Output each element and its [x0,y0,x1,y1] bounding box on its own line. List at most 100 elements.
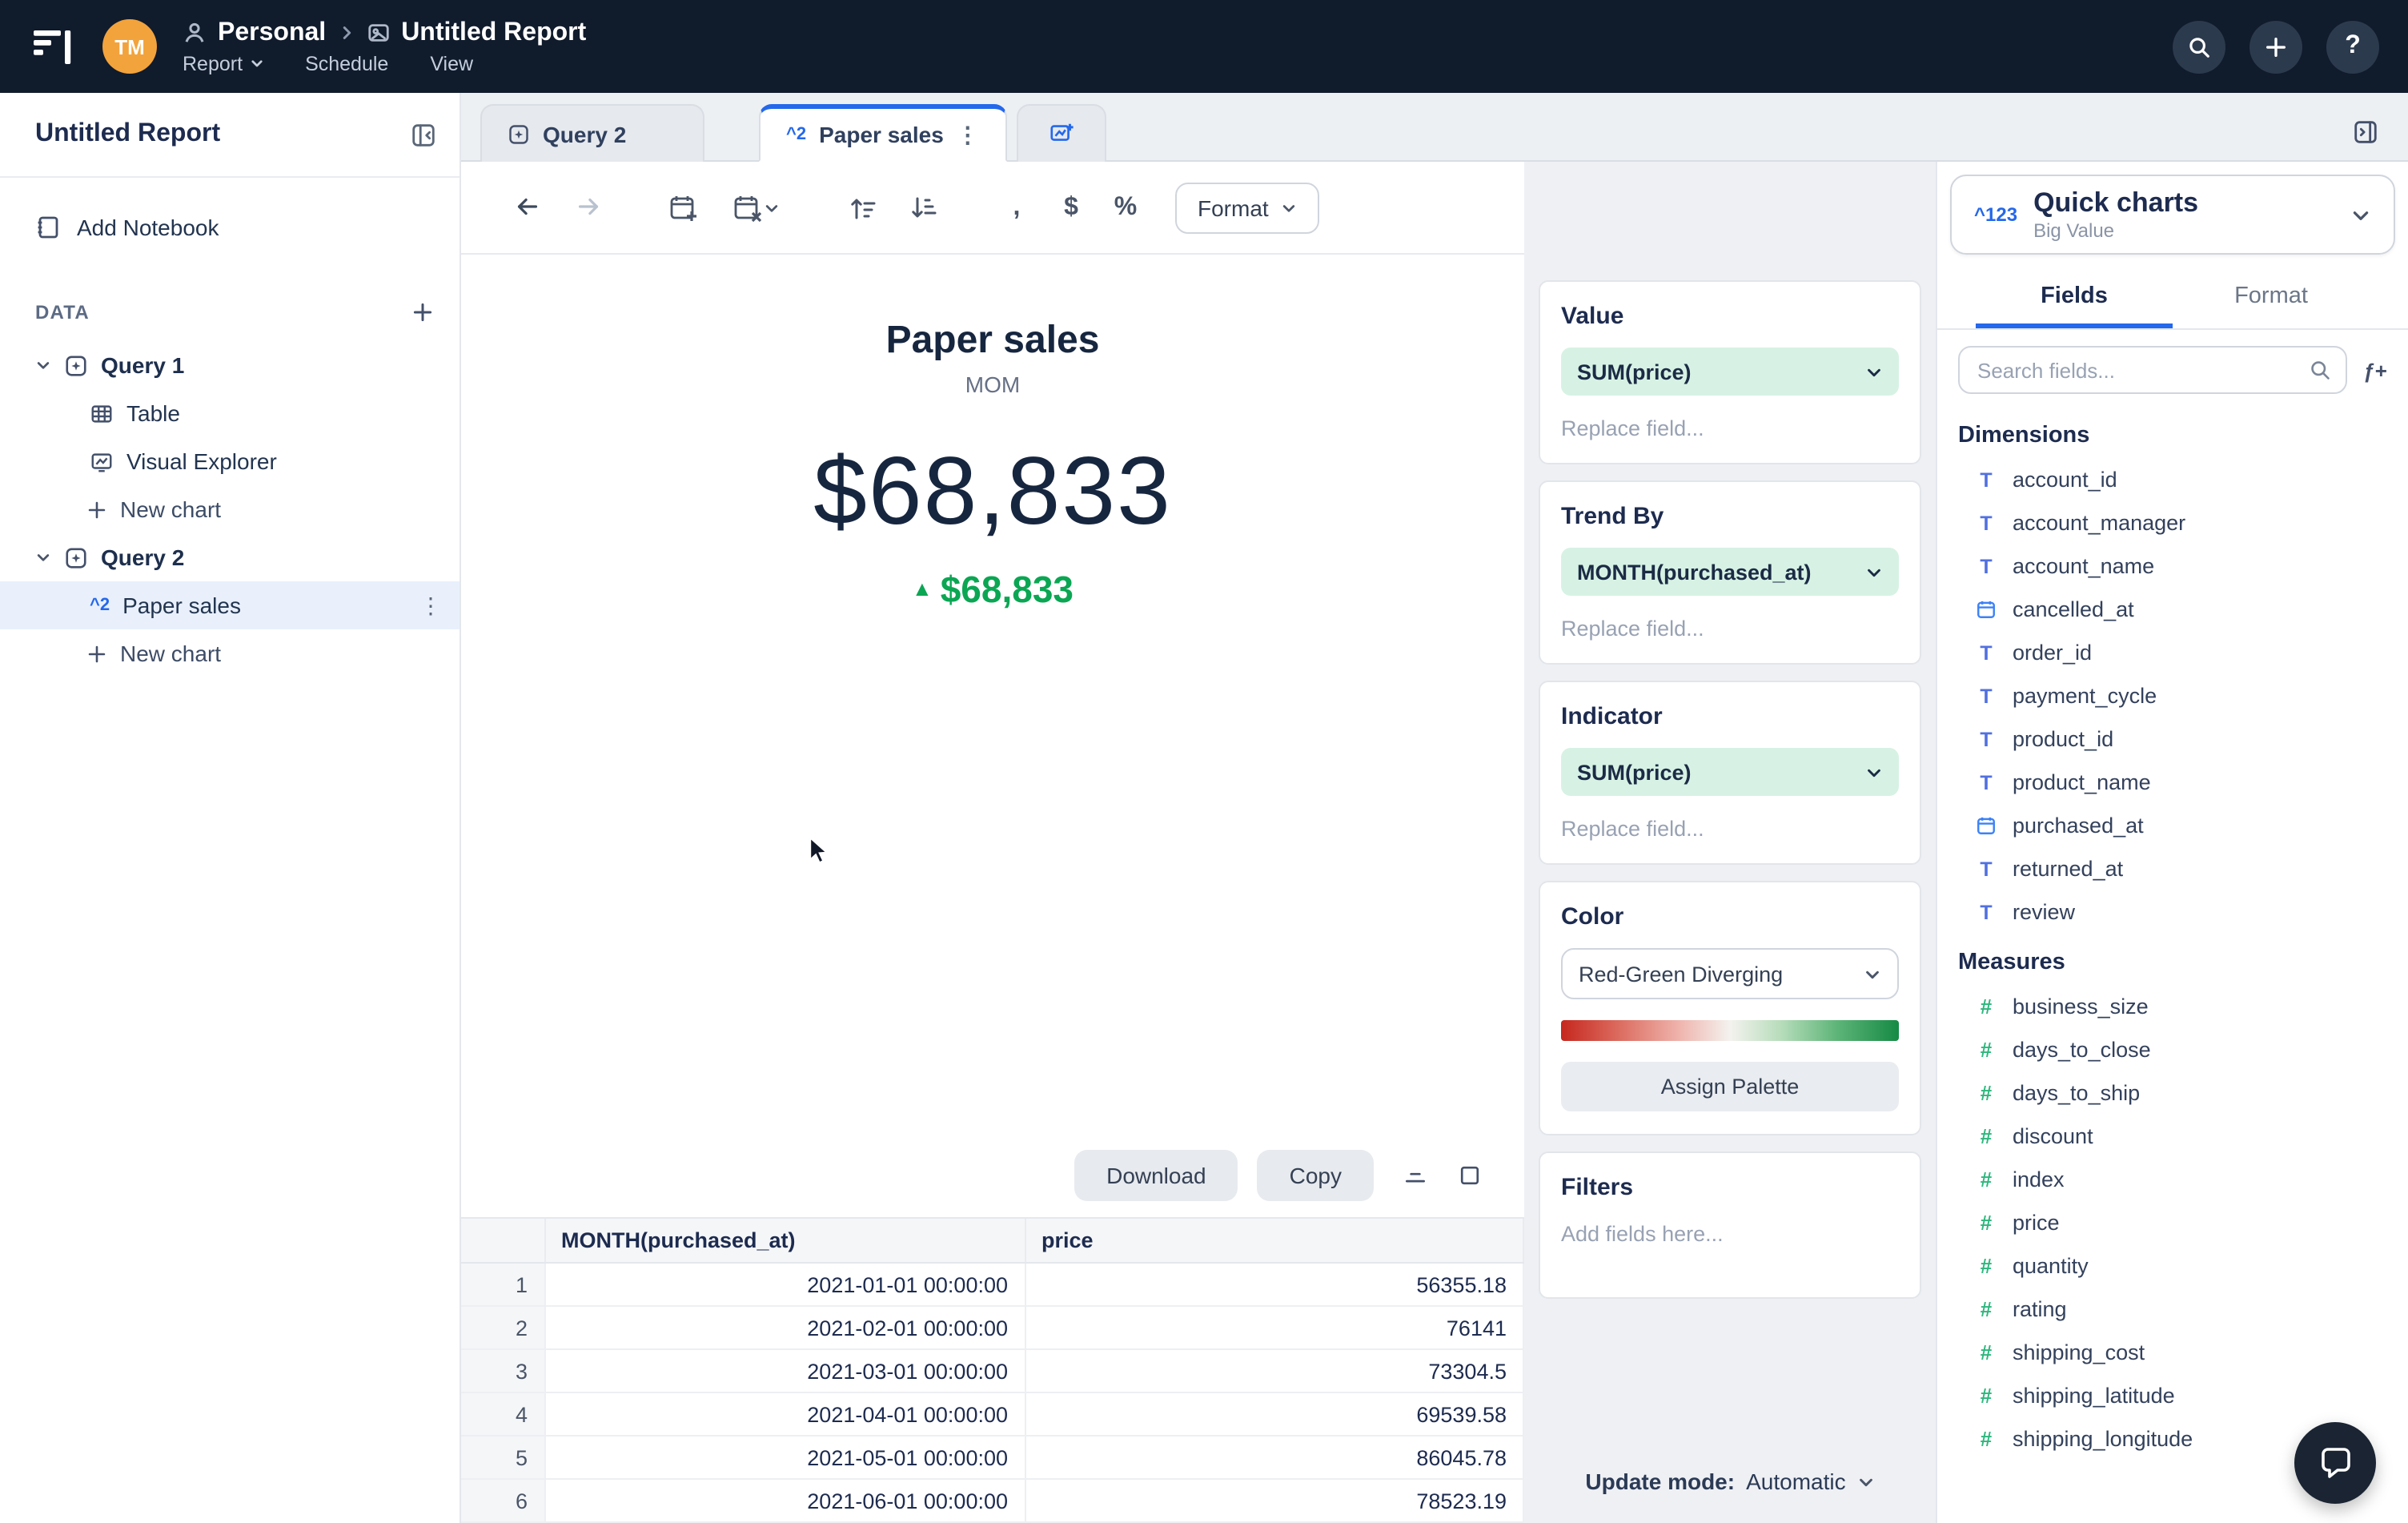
field-item[interactable]: Tproduct_name [1958,761,2387,804]
add-formula-button[interactable]: ƒ+ [2363,358,2387,382]
field-item[interactable]: Torder_id [1958,631,2387,674]
table-row: 2 2021-02-01 00:00:00 76141 [461,1306,1524,1350]
field-item[interactable]: # shipping_latitude [1958,1374,2387,1417]
quick-charts-subtitle: Big Value [2033,219,2115,241]
field-item[interactable]: Treview [1958,890,2387,934]
field-item[interactable]: # shipping_cost [1958,1331,2387,1374]
trend-by-replace-dropzone[interactable]: Replace field... [1561,617,1899,641]
tab-fields[interactable]: Fields [1976,267,2173,328]
month-column-header[interactable]: MONTH(purchased_at) [544,1218,1025,1264]
tree-query1[interactable]: Query 1 [0,341,460,389]
app-logo-icon[interactable] [26,19,80,74]
new-chart-tab-button[interactable] [1017,104,1107,162]
tree-new-chart-query2[interactable]: New chart [0,629,460,677]
tree-new-chart-query1[interactable]: New chart [0,485,460,533]
filters-dropzone[interactable]: Add fields here... [1561,1222,1899,1246]
kebab-menu-icon[interactable]: ⋮ [957,121,981,148]
tree-query2[interactable]: Query 2 [0,533,460,581]
trend-by-field-pill[interactable]: MONTH(purchased_at) [1561,548,1899,596]
text-type-icon: T [1980,512,1993,534]
field-item[interactable]: Treturned_at [1958,847,2387,890]
sort-ascending-button[interactable] [839,183,887,231]
tab-bar: Query 2 ^2 Paper sales ⋮ [461,93,2408,162]
percent-format-button[interactable]: % [1105,193,1146,222]
menu-view[interactable]: View [430,52,473,74]
sort-descending-button[interactable] [900,183,948,231]
price-cell: 69539.58 [1025,1392,1524,1437]
field-item[interactable]: Taccount_id [1958,458,2387,501]
date-remove-button[interactable] [720,183,791,231]
thousands-separator-button[interactable]: , [996,193,1037,222]
redo-button[interactable] [564,183,612,231]
palette-select[interactable]: Red-Green Diverging [1561,948,1899,999]
dimensions-list: Taccount_id Taccount_manager Taccount_name… [1958,458,2387,934]
tree-paper-sales[interactable]: ^2 Paper sales ⋮ [0,581,460,629]
date-add-button[interactable] [660,183,708,231]
menu-report[interactable]: Report [183,52,263,74]
field-item[interactable]: # rating [1958,1288,2387,1331]
field-item[interactable]: # business_size [1958,985,2387,1028]
chevron-down-icon[interactable] [35,549,51,565]
tab-query2[interactable]: Query 2 [480,104,704,162]
color-card: Color Red-Green Diverging Assign Palette [1539,881,1921,1135]
expand-panel-icon[interactable] [2352,119,2379,146]
tree-visual-explorer[interactable]: Visual Explorer [0,437,460,485]
field-item[interactable]: purchased_at [1958,804,2387,847]
field-item[interactable]: # days_to_ship [1958,1071,2387,1115]
field-item[interactable]: Taccount_name [1958,545,2387,588]
table-row: 6 2021-06-01 00:00:00 78523.19 [461,1479,1524,1523]
help-button[interactable]: ? [2326,20,2379,73]
measure-type-icon: # [1980,1038,1993,1062]
field-item[interactable]: # index [1958,1158,2387,1201]
collapse-results-icon[interactable] [1403,1162,1428,1187]
quick-charts-select[interactable]: ^123 Quick charts Big Value [1950,175,2395,255]
tab-paper-sales[interactable]: ^2 Paper sales ⋮ [759,104,1008,162]
chevron-down-icon [764,199,780,215]
person-icon [183,21,207,45]
value-replace-dropzone[interactable]: Replace field... [1561,416,1899,440]
tree-table[interactable]: Table [0,389,460,437]
search-button[interactable] [2173,20,2225,73]
indicator-replace-dropzone[interactable]: Replace field... [1561,817,1899,841]
add-data-button[interactable] [411,301,434,323]
collapse-sidebar-icon[interactable] [410,121,437,148]
indicator-field-pill[interactable]: SUM(price) [1561,748,1899,796]
data-section-header: DATA [35,301,90,323]
download-button[interactable]: Download [1074,1149,1238,1200]
filters-header: Filters [1561,1174,1634,1201]
field-item[interactable]: cancelled_at [1958,588,2387,631]
field-item[interactable]: Tproduct_id [1958,717,2387,761]
add-notebook-button[interactable]: Add Notebook [0,203,460,251]
menu-schedule[interactable]: Schedule [305,52,388,74]
chevron-down-icon [249,56,263,70]
big-value-chart: Paper sales MOM $68,833 ▲ $68,833 Downlo… [461,255,1524,1523]
field-item[interactable]: Taccount_manager [1958,501,2387,545]
tab-format[interactable]: Format [2173,267,2370,328]
avatar[interactable]: TM [102,19,157,74]
add-button[interactable] [2249,20,2302,73]
search-fields-input[interactable] [1974,356,2300,384]
format-button[interactable]: Format [1175,182,1320,233]
currency-format-button[interactable]: $ [1050,193,1092,222]
field-item[interactable]: Tpayment_cycle [1958,674,2387,717]
value-field-pill[interactable]: SUM(price) [1561,348,1899,396]
row-number-cell: 4 [461,1392,545,1437]
update-mode-select[interactable]: Automatic [1746,1469,1846,1494]
kebab-menu-icon[interactable]: ⋮ [419,592,443,619]
chart-config-panel: Value SUM(price) Replace field... Trend … [1524,162,1936,1523]
assign-palette-button[interactable]: Assign Palette [1561,1062,1899,1111]
breadcrumb-report-title[interactable]: Untitled Report [401,18,586,47]
expand-results-icon[interactable] [1457,1162,1483,1187]
field-item[interactable]: # discount [1958,1115,2387,1158]
chat-support-button[interactable] [2294,1422,2376,1504]
breadcrumb-workspace[interactable]: Personal [218,18,326,47]
chevron-down-icon[interactable] [35,357,51,373]
field-item[interactable]: # days_to_close [1958,1028,2387,1071]
field-item[interactable]: # quantity [1958,1244,2387,1288]
text-type-icon: T [1980,728,1993,750]
price-column-header[interactable]: price [1025,1218,1524,1264]
measures-header: Measures [1958,950,2065,975]
copy-button[interactable]: Copy [1257,1149,1374,1200]
field-item[interactable]: # price [1958,1201,2387,1244]
undo-button[interactable] [503,183,551,231]
